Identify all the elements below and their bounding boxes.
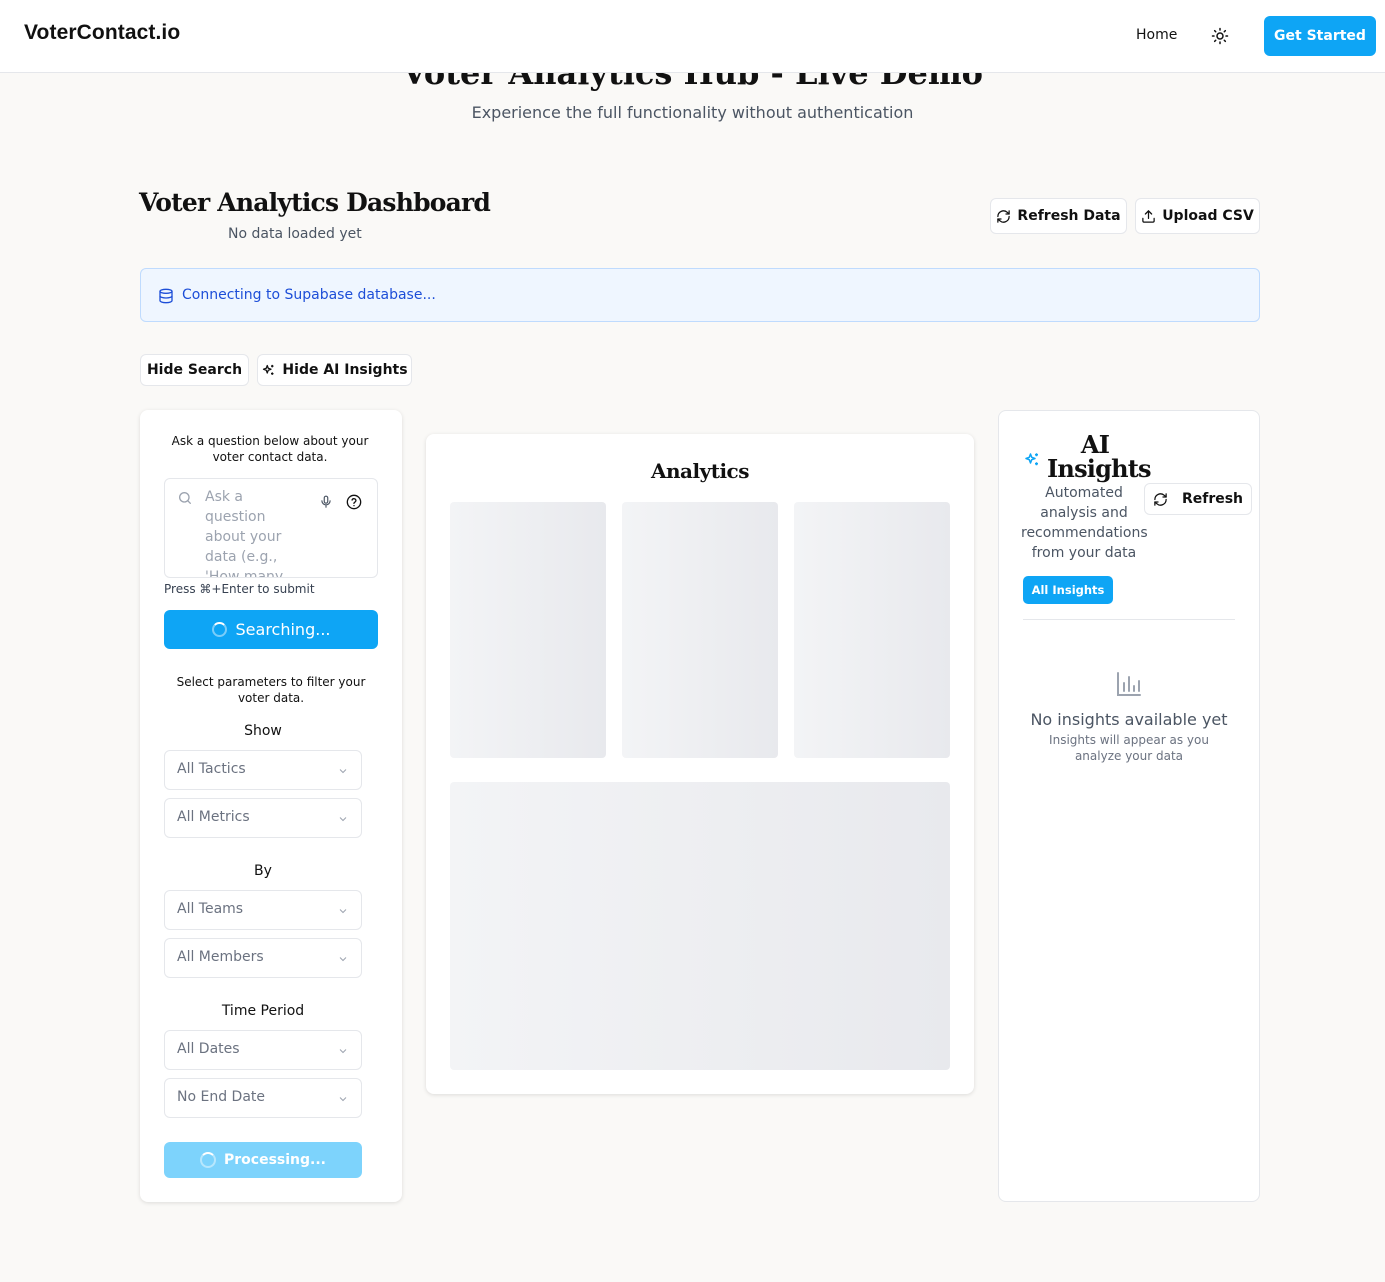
upload-csv-label: Upload CSV [1162,208,1254,224]
ai-insights-panel: AI Insights Automated analysis and recom… [998,410,1260,1202]
skeleton-card [450,502,606,758]
end-date-select[interactable]: No End Date [164,1078,362,1118]
tactic-select[interactable]: All Tactics [164,750,362,790]
ai-insights-description: Automated analysis and recommendations f… [1021,485,1148,561]
analytics-panel: Analytics [426,434,974,1094]
nav-home-link[interactable]: Home [1136,27,1177,43]
metric-select-value: All Metrics [177,809,250,825]
team-select-value: All Teams [177,901,244,917]
search-input[interactable]: Ask a question about your data (e.g., 'H… [205,487,295,577]
refresh-icon [1154,492,1167,506]
search-submit-button[interactable]: Searching... [164,610,378,649]
tactic-select-value: All Tactics [177,761,246,777]
show-group-label: Show [244,723,282,739]
search-intro: Ask a question below about your voter co… [171,434,369,464]
skeleton-card [622,502,778,758]
member-select-value: All Members [177,949,264,965]
end-date-value: No End Date [177,1089,266,1105]
hero-subtitle: Experience the full functionality withou… [471,103,914,122]
ai-insights-title: AI Insights [1047,430,1152,483]
upload-csv-button[interactable]: Upload CSV [1135,198,1260,234]
empty-state-subtitle: Insights will appear as you analyze your… [1049,733,1209,763]
time-period-label: Time Period [221,1003,305,1019]
help-circle-icon[interactable] [346,494,362,510]
brand-logo[interactable]: VoterContact.io [24,21,180,45]
hide-search-button[interactable]: Hide Search [140,354,249,386]
filter-intro: Select parameters to filter your voter d… [176,675,366,705]
empty-state-title: No insights available yet [1030,710,1228,729]
sun-icon[interactable] [1211,27,1229,45]
loading-spinner-icon [200,1152,216,1168]
hide-ai-insights-button[interactable]: Hide AI Insights [257,354,412,386]
bar-chart-icon [1115,670,1143,698]
metric-select[interactable]: All Metrics [164,798,362,838]
tab-all-insights[interactable]: All Insights [1023,576,1113,604]
apply-filters-label: Processing... [224,1152,326,1168]
refresh-data-label: Refresh Data [1017,208,1121,224]
dashboard-title: Voter Analytics Dashboard [139,188,491,217]
analytics-title: Analytics [650,459,750,483]
upload-icon [1142,209,1155,223]
start-date-select[interactable]: All Dates [164,1030,362,1070]
refresh-icon [997,209,1011,223]
skeleton-chart [450,782,950,1070]
chevron-down-icon [339,1049,347,1054]
search-icon [177,490,193,506]
hide-search-label: Hide Search [146,362,243,378]
skeleton-card [794,502,950,758]
chevron-down-icon [339,1097,347,1102]
member-select[interactable]: All Members [164,938,362,978]
divider [1023,619,1235,620]
start-date-value: All Dates [177,1041,240,1057]
refresh-data-button[interactable]: Refresh Data [990,198,1127,234]
dashboard-status: No data loaded yet [228,226,362,242]
hide-ai-insights-label: Hide AI Insights [282,362,408,378]
connection-alert: Connecting to Supabase database... [140,268,1260,322]
loading-spinner-icon [211,622,227,637]
mic-icon[interactable] [319,494,333,510]
submit-hint: Press ⌘+Enter to submit [164,582,315,596]
alert-message: Connecting to Supabase database... [182,287,436,303]
chevron-down-icon [339,769,347,774]
chevron-down-icon [339,957,347,962]
search-query-box[interactable]: Ask a question about your data (e.g., 'H… [164,478,378,578]
chevron-down-icon [339,909,347,914]
sparkles-icon [1023,451,1041,469]
database-icon [158,288,174,304]
by-group-label: By [254,863,272,879]
search-filter-panel: Ask a question below about your voter co… [140,410,402,1202]
top-navbar: VoterContact.io Home Get Started [0,0,1385,73]
refresh-insights-label: Refresh [1181,491,1244,507]
sparkles-icon [263,364,274,375]
chevron-down-icon [339,817,347,822]
search-submit-label: Searching... [235,620,331,639]
get-started-button[interactable]: Get Started [1264,16,1376,56]
team-select[interactable]: All Teams [164,890,362,930]
refresh-insights-button[interactable]: Refresh [1144,483,1252,515]
apply-filters-button[interactable]: Processing... [164,1142,362,1178]
